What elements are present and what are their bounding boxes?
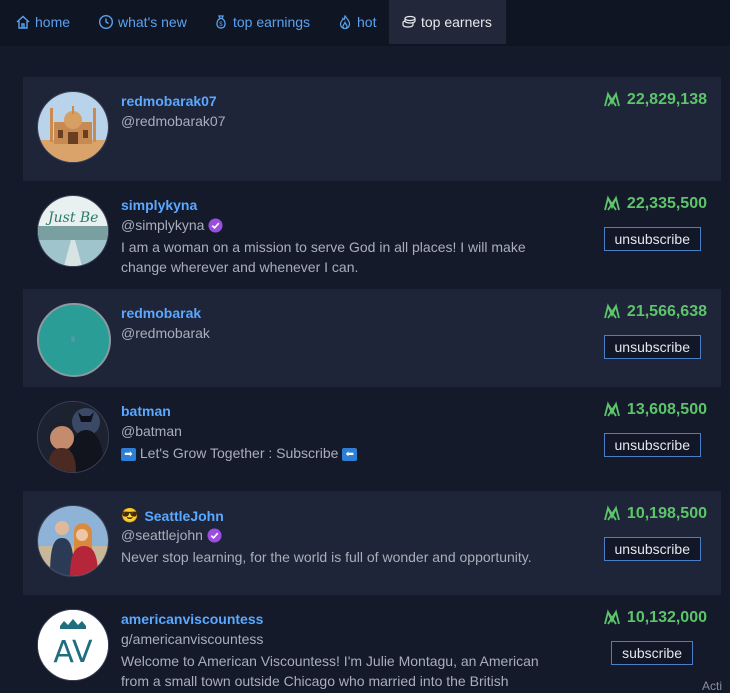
earner-handle: @redmobarak xyxy=(121,325,210,341)
list-item: batman @batman ➡ Let's Grow Together : S… xyxy=(23,387,721,491)
unsubscribe-button[interactable]: unsubscribe xyxy=(603,335,701,359)
earnings-amount: 10,132,000 xyxy=(603,609,707,627)
verified-badge-icon xyxy=(208,217,223,233)
earner-bio: I am a woman on a mission to serve God i… xyxy=(121,239,526,275)
mosque-avatar-image xyxy=(38,92,108,162)
av-logo-avatar-image: AV xyxy=(38,610,108,680)
tab-label: hot xyxy=(357,14,377,30)
earner-handle: @batman xyxy=(121,423,182,439)
currency-icon xyxy=(604,401,620,417)
avatar[interactable]: AV xyxy=(37,609,109,681)
left-arrow-icon: ⬅ xyxy=(342,447,358,461)
avatar[interactable] xyxy=(37,401,109,473)
currency-icon xyxy=(604,505,620,521)
earner-name[interactable]: redmobarak xyxy=(121,305,201,321)
unsubscribe-button[interactable]: unsubscribe xyxy=(603,227,701,251)
unsubscribe-button[interactable]: unsubscribe xyxy=(603,433,701,457)
avatar[interactable] xyxy=(37,303,111,377)
tab-label: what's new xyxy=(118,14,187,30)
earners-list: redmobarak07 @redmobarak07 22,829,138 Ju… xyxy=(23,77,721,689)
earner-handle: @redmobarak07 xyxy=(121,113,226,129)
earner-handle: @seattlejohn xyxy=(121,527,222,543)
earner-bio: Never stop learning, for the world is fu… xyxy=(121,549,532,565)
default-avatar-image xyxy=(70,335,76,343)
earner-bio: ➡ Let's Grow Together : Subscribe ⬅ xyxy=(121,443,541,463)
activity-label[interactable]: Acti xyxy=(702,679,722,693)
tab-label: top earners xyxy=(421,14,492,30)
list-item: redmobarak @redmobarak 21,566,638 unsubs… xyxy=(23,289,721,387)
lake-avatar-image: Just Be xyxy=(38,196,108,266)
tab-label: top earnings xyxy=(233,14,311,30)
svg-text:AV: AV xyxy=(53,635,93,670)
tab-hot[interactable]: hot xyxy=(337,0,376,44)
earnings-amount: 22,335,500 xyxy=(603,195,707,213)
tab-top-earners[interactable]: top earners xyxy=(389,0,506,44)
earner-handle: g/americanviscountess xyxy=(121,631,264,647)
tab-home[interactable]: home xyxy=(15,0,70,44)
currency-icon xyxy=(604,303,620,319)
money-bag-icon: $ xyxy=(216,15,226,29)
avatar[interactable]: Just Be xyxy=(37,195,109,267)
earner-name[interactable]: redmobarak07 xyxy=(121,93,217,109)
earner-name[interactable]: 😎 SeattleJohn xyxy=(121,507,224,524)
right-arrow-icon: ➡ xyxy=(121,447,136,461)
couple-avatar-image xyxy=(38,506,108,576)
tab-top-earnings[interactable]: $ top earnings xyxy=(213,0,310,44)
earner-name[interactable]: americanviscountess xyxy=(121,611,263,627)
list-item: 😎 SeattleJohn @seattlejohn Never stop le… xyxy=(23,491,721,595)
earnings-amount: 22,829,138 xyxy=(603,91,707,109)
list-item: AV americanviscountess g/americanviscoun… xyxy=(23,595,721,689)
top-navigation: home what's new $ top earnings hot top e… xyxy=(0,0,730,46)
svg-text:Just Be: Just Be xyxy=(45,210,98,226)
sunglasses-emoji-icon: 😎 xyxy=(121,507,139,523)
earnings-amount: 21,566,638 xyxy=(603,303,707,321)
earner-bio: Welcome to American Viscountess! I'm Jul… xyxy=(121,653,539,689)
list-item: redmobarak07 @redmobarak07 22,829,138 xyxy=(23,77,721,181)
earner-name[interactable]: batman xyxy=(121,403,171,419)
list-item: Just Be simplykyna @simplykyna I am a wo… xyxy=(23,181,721,289)
currency-icon xyxy=(604,195,620,211)
avatar[interactable] xyxy=(37,505,109,577)
unsubscribe-button[interactable]: unsubscribe xyxy=(603,537,701,561)
currency-icon xyxy=(604,609,620,625)
subscribe-button[interactable]: subscribe xyxy=(611,641,693,665)
earner-handle: @simplykyna xyxy=(121,217,223,233)
tab-label: home xyxy=(35,14,71,30)
flame-icon xyxy=(339,15,351,30)
coins-icon xyxy=(402,15,416,28)
earnings-amount: 13,608,500 xyxy=(603,401,707,419)
earnings-amount: 10,198,500 xyxy=(603,505,707,523)
earner-name[interactable]: simplykyna xyxy=(121,197,197,213)
tab-whats-new[interactable]: what's new xyxy=(98,0,187,44)
home-icon xyxy=(16,15,30,29)
clock-icon xyxy=(98,14,114,30)
avatar[interactable] xyxy=(37,91,109,163)
batman-avatar-image xyxy=(38,402,108,472)
verified-badge-icon xyxy=(207,527,222,543)
currency-icon xyxy=(604,91,620,107)
